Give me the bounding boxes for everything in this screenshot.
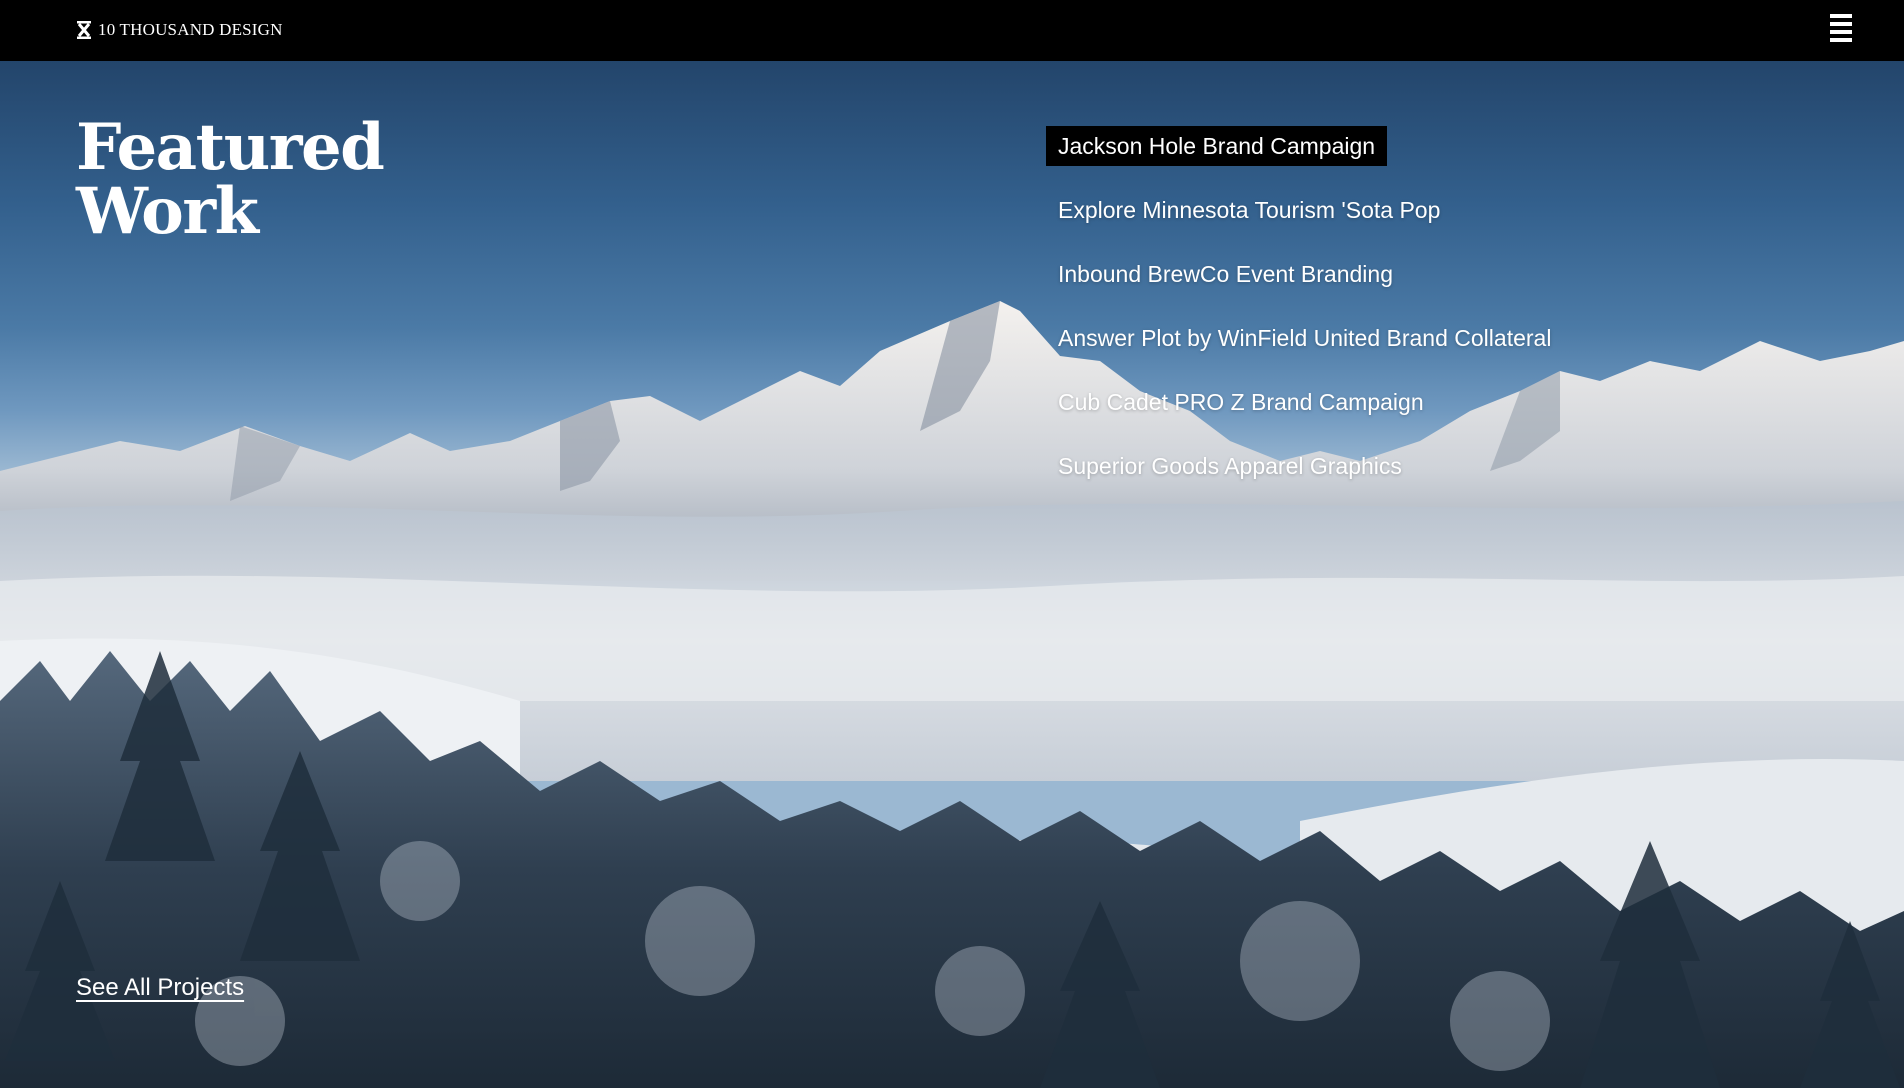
featured-project-list: Jackson Hole Brand Campaign Explore Minn… [1046,126,1563,510]
project-link-answer-plot[interactable]: Answer Plot by WinField United Brand Col… [1046,318,1563,358]
top-navigation-bar: 10 THOUSAND DESIGN [0,0,1904,61]
list-item: Explore Minnesota Tourism 'Sota Pop [1046,190,1563,254]
list-item: Cub Cadet PRO Z Brand Campaign [1046,382,1563,446]
title-line-1: Featured [76,110,385,185]
list-item: Jackson Hole Brand Campaign [1046,126,1563,190]
project-link-jackson-hole[interactable]: Jackson Hole Brand Campaign [1046,126,1388,166]
see-all-projects-link[interactable]: See All Projects [76,974,244,1002]
list-item: Answer Plot by WinField United Brand Col… [1046,318,1563,382]
list-item: Superior Goods Apparel Graphics [1046,446,1563,510]
title-line-2: Work [76,174,259,249]
project-link-cub-cadet[interactable]: Cub Cadet PRO Z Brand Campaign [1046,382,1436,422]
hero-background-image: Featured Work Jackson Hole Brand Campaig… [0,61,1904,1088]
project-link-superior-goods[interactable]: Superior Goods Apparel Graphics [1046,446,1414,486]
x-mark-icon [77,21,91,39]
project-link-explore-minnesota[interactable]: Explore Minnesota Tourism 'Sota Pop [1046,190,1452,230]
logo-text: 10 THOUSAND DESIGN [98,20,283,39]
page-title: Featured Work [76,110,385,249]
list-item: Inbound BrewCo Event Branding [1046,254,1563,318]
project-link-inbound-brewco[interactable]: Inbound BrewCo Event Branding [1046,254,1405,294]
hamburger-menu-icon[interactable] [1830,14,1852,42]
site-logo[interactable]: 10 THOUSAND DESIGN [76,18,283,42]
